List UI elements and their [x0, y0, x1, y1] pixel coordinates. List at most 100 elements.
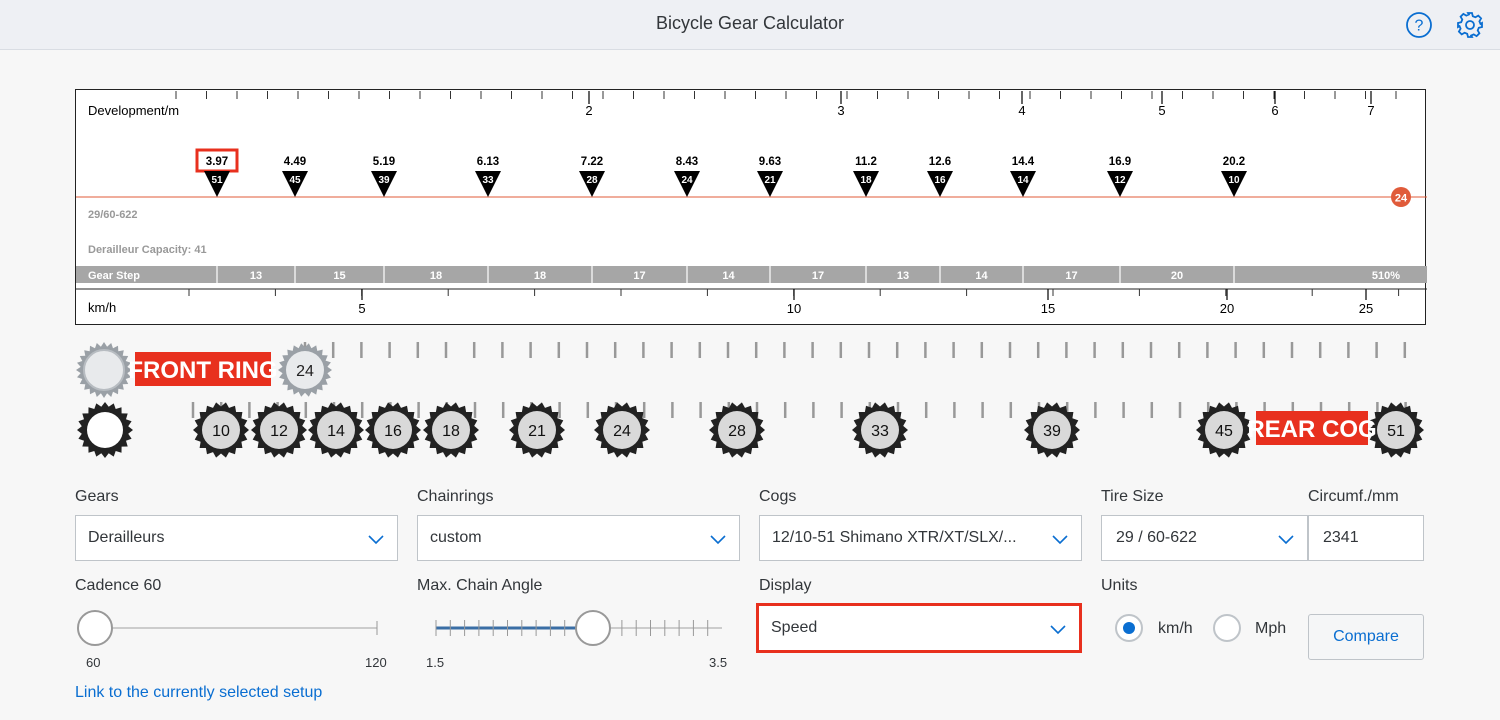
- chevron-down-icon: [1052, 535, 1068, 545]
- gear-cog-label: 14: [1017, 175, 1029, 186]
- gear-icon[interactable]: [1455, 10, 1485, 40]
- kmh-radio[interactable]: [1115, 614, 1143, 642]
- chain-angle-label: Max. Chain Angle: [417, 577, 543, 594]
- development-tick-label: 5: [1158, 103, 1165, 118]
- gear-step-value: 17: [633, 270, 645, 282]
- speed-tick-label: 25: [1359, 301, 1373, 316]
- mph-radio-label: Mph: [1255, 620, 1287, 637]
- gear-cog-label: 21: [764, 175, 776, 186]
- capacity-label: Derailleur Capacity: 41: [88, 244, 207, 256]
- cadence-max: 120: [365, 655, 387, 670]
- gear-cog-label: 24: [681, 175, 693, 186]
- mph-radio[interactable]: [1213, 614, 1241, 642]
- rear-cog-label: 33: [871, 423, 889, 440]
- rear-cog-title: REAR COG: [1247, 416, 1376, 443]
- speed-tick-label: 5: [358, 301, 365, 316]
- gear-step-value: 20: [1171, 270, 1183, 282]
- tire-label: 29/60-622: [88, 209, 138, 221]
- gears-value: Derailleurs: [88, 529, 165, 546]
- tire-size-value: 29 / 60-622: [1116, 529, 1197, 546]
- gear-step-bar: [76, 266, 1427, 283]
- gear-step-value: 15: [333, 270, 345, 282]
- gears-select[interactable]: Derailleurs: [75, 515, 398, 561]
- speed-tick-label: 20: [1220, 301, 1234, 316]
- rear-cog-label: 28: [728, 423, 746, 440]
- rear-cog-label: 18: [442, 423, 460, 440]
- development-axis-label: Development/m: [88, 103, 179, 118]
- rear-cog-label: 16: [384, 423, 402, 440]
- gear-step-value: 14: [975, 270, 988, 282]
- setup-link[interactable]: Link to the currently selected setup: [75, 684, 322, 702]
- gear-wheels: FRONT RING 24 10 12 14 16 18 21 24 28 33 39 45 51 REAR…: [0, 330, 1500, 465]
- gear-cog-label: 39: [378, 175, 390, 186]
- gear-value-label: 6.13: [477, 156, 499, 168]
- gear-cog-label: 33: [482, 175, 494, 186]
- gear-value-label: 11.2: [855, 156, 877, 168]
- development-tick-label: 3: [837, 103, 844, 118]
- chainring-badge-label: 24: [1395, 193, 1408, 205]
- gear-chart-svg: Development/m 2 3 4 5 6 7243.97514.49455.19396…: [76, 91, 1427, 316]
- app-header: Bicycle Gear Calculator ?: [0, 0, 1500, 50]
- gear-value-label: 3.97: [206, 156, 228, 168]
- gear-step-value: 14: [722, 270, 735, 282]
- display-value: Speed: [771, 619, 818, 636]
- gear-value-label: 8.43: [676, 156, 698, 168]
- gear-value-label: 16.9: [1109, 156, 1131, 168]
- chevron-down-icon: [710, 535, 726, 545]
- display-select[interactable]: Speed: [756, 603, 1082, 653]
- gear-step-label: Gear Step: [88, 270, 140, 282]
- rear-cog-label: 45: [1215, 423, 1233, 440]
- gear-step-value: 17: [1065, 270, 1077, 282]
- svg-text:?: ?: [1415, 18, 1424, 35]
- gear-value-label: 14.4: [1012, 156, 1035, 168]
- chain-angle-max: 3.5: [709, 655, 728, 670]
- app-title: Bicycle Gear Calculator: [655, 13, 845, 33]
- gear-step-value: 18: [430, 270, 442, 282]
- cadence-min: 60: [86, 655, 101, 670]
- chevron-down-icon: [1050, 625, 1066, 635]
- chainrings-label: Chainrings: [417, 488, 494, 505]
- development-tick-label: 4: [1018, 103, 1025, 118]
- chainrings-value: custom: [430, 529, 482, 546]
- gear-cog-label: 18: [860, 175, 872, 186]
- circumference-value: 2341: [1323, 529, 1359, 546]
- rear-cog-label: 10: [212, 423, 230, 440]
- gear-value-label: 12.6: [929, 156, 951, 168]
- gear-step-value: 18: [534, 270, 546, 282]
- tire-size-select[interactable]: 29 / 60-622: [1101, 515, 1308, 561]
- speed-tick-label: 10: [787, 301, 801, 316]
- chainrings-select[interactable]: custom: [417, 515, 740, 561]
- display-label: Display: [759, 577, 812, 594]
- gears-label: Gears: [75, 488, 119, 505]
- gear-value-label: 20.2: [1223, 156, 1245, 168]
- gear-step-value: 17: [812, 270, 824, 282]
- cadence-handle: [77, 610, 113, 646]
- help-icon[interactable]: ?: [1404, 10, 1434, 40]
- gear-cog-label: 51: [211, 175, 223, 186]
- gear-cog-label: 45: [289, 175, 301, 186]
- cadence-slider[interactable]: [75, 608, 385, 648]
- rear-cog-label: 39: [1043, 423, 1061, 440]
- chevron-down-icon: [1278, 535, 1294, 545]
- circumference-input[interactable]: 2341: [1308, 515, 1424, 561]
- gear-cog-label: 10: [1228, 175, 1240, 186]
- rear-empty-gear-face: [87, 412, 123, 448]
- units-label: Units: [1101, 577, 1138, 594]
- cadence-label: Cadence 60: [75, 577, 162, 594]
- rear-cog-label: 24: [613, 423, 631, 440]
- gear-chart: Development/m 2 3 4 5 6 7 24 3.97 51 4.49 45 5.19 39 6…: [75, 89, 1427, 325]
- gear-value-label: 5.19: [373, 156, 395, 168]
- rear-cog-label: 51: [1387, 423, 1405, 440]
- speed-axis-label: km/h: [88, 300, 116, 315]
- gear-cog-label: 12: [1114, 175, 1126, 186]
- tire-size-label: Tire Size: [1101, 488, 1164, 505]
- front-ring-face: [83, 349, 125, 391]
- compare-button[interactable]: Compare: [1308, 614, 1424, 660]
- chain-angle-handle: [575, 610, 611, 646]
- gear-cog-label: 16: [934, 175, 946, 186]
- chain-angle-min: 1.5: [426, 655, 445, 670]
- cogs-select[interactable]: 12/10-51 Shimano XTR/XT/SLX/...: [759, 515, 1082, 561]
- gear-value-label: 9.63: [759, 156, 781, 168]
- chain-angle-slider[interactable]: [426, 608, 736, 648]
- kmh-radio-label: km/h: [1158, 620, 1193, 637]
